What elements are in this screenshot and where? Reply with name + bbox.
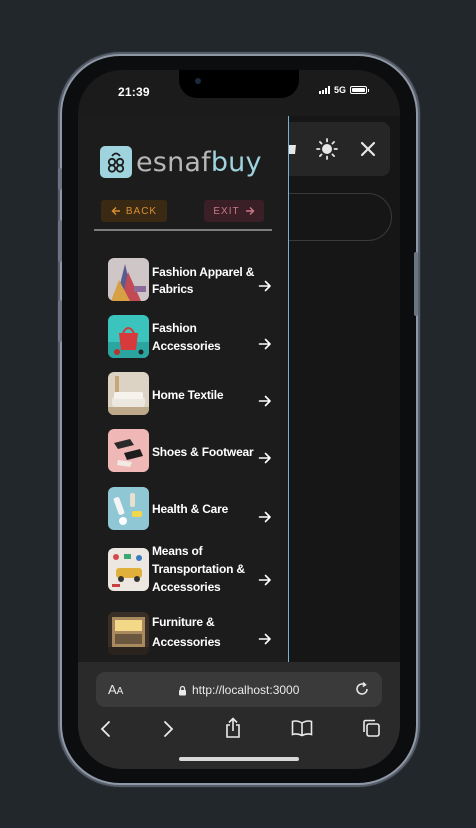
text-size-label-small: A xyxy=(116,686,124,697)
power-button xyxy=(414,252,418,316)
category-item[interactable]: Health & Care xyxy=(108,487,272,533)
arrow-right-icon[interactable] xyxy=(258,394,272,408)
arrow-right-icon[interactable] xyxy=(258,573,272,587)
category-item[interactable]: Fashion Apparel & Fabrics xyxy=(108,258,272,304)
category-drawer: esnafbuy BACK EXIT Fashion Apparel & Fab… xyxy=(78,116,289,662)
category-image[interactable] xyxy=(108,548,149,591)
back-button[interactable]: BACK xyxy=(101,200,167,222)
signal-icon xyxy=(318,86,330,94)
brand-part-2: buy xyxy=(210,146,262,178)
arrow-right-icon xyxy=(245,207,255,215)
action-button xyxy=(58,168,62,190)
arrow-right-icon[interactable] xyxy=(258,337,272,351)
category-label: Fashion Apparel & xyxy=(152,265,255,279)
exit-button[interactable]: EXIT xyxy=(204,200,264,222)
category-label: Fabrics xyxy=(152,282,194,296)
shopping-bag-logo-icon xyxy=(100,146,132,178)
app-viewport: esnafbuy BACK EXIT Fashion Apparel & Fab… xyxy=(78,116,400,662)
category-image[interactable] xyxy=(108,429,149,472)
url-text: http://localhost:3000 xyxy=(192,683,300,697)
category-item[interactable]: Means of Transportation & Accessories xyxy=(108,544,272,594)
status-indicators: 5G xyxy=(318,85,369,95)
search-field[interactable] xyxy=(278,193,392,241)
reload-icon[interactable] xyxy=(354,681,370,697)
tabs-icon[interactable] xyxy=(361,718,381,738)
arrow-left-icon xyxy=(111,207,120,215)
browser-nav-toolbar xyxy=(78,714,400,744)
camera-icon xyxy=(195,78,201,84)
category-item[interactable]: Fashion Accessories xyxy=(108,315,272,361)
arrow-right-icon[interactable] xyxy=(258,632,272,646)
phone-screen: 21:39 5G esnafbuy BACK EXIT Fashion Appa… xyxy=(78,70,400,769)
category-label: Home Textile xyxy=(152,388,224,402)
network-label: 5G xyxy=(333,85,346,95)
back-nav-icon[interactable] xyxy=(99,720,113,738)
url-display[interactable]: http://localhost:3000 xyxy=(178,683,299,697)
category-label: Accessories xyxy=(152,580,221,594)
category-label: Furniture & xyxy=(152,615,215,629)
category-label: Health & Care xyxy=(152,502,229,516)
category-image[interactable] xyxy=(108,372,149,415)
category-image[interactable] xyxy=(108,612,149,655)
category-item[interactable]: Shoes & Footwear xyxy=(108,429,272,475)
category-label: Accessories xyxy=(152,635,221,649)
exit-button-label: EXIT xyxy=(213,205,240,217)
status-bar: 21:39 5G xyxy=(78,70,400,116)
volume-down-button xyxy=(58,300,62,342)
lock-icon xyxy=(179,685,186,695)
background-header xyxy=(284,122,390,176)
safari-toolbar: AA http://localhost:3000 xyxy=(78,662,400,769)
category-image[interactable] xyxy=(108,487,149,530)
logo: esnafbuy xyxy=(100,146,262,178)
category-item[interactable]: Home Textile xyxy=(108,372,272,418)
volume-up-button xyxy=(58,220,62,262)
category-item[interactable]: Furniture & Accessories xyxy=(108,612,272,658)
text-size-button[interactable]: AA xyxy=(108,682,123,697)
drawer-nav: BACK EXIT xyxy=(101,200,271,222)
brand-part-1: esnaf xyxy=(136,146,211,178)
arrow-right-icon[interactable] xyxy=(258,451,272,465)
category-image[interactable] xyxy=(108,258,149,301)
forward-nav-icon[interactable] xyxy=(161,720,175,738)
drawer-divider xyxy=(94,229,272,231)
category-label: Means of xyxy=(152,544,203,558)
battery-icon xyxy=(350,86,369,94)
category-label: Accessories xyxy=(152,339,221,353)
status-time: 21:39 xyxy=(118,85,150,99)
text-size-label-big: A xyxy=(108,682,117,697)
theme-toggle-icon[interactable] xyxy=(316,138,338,160)
home-indicator xyxy=(179,757,299,761)
category-image[interactable] xyxy=(108,315,149,358)
share-icon[interactable] xyxy=(224,717,242,739)
arrow-right-icon[interactable] xyxy=(258,279,272,293)
close-icon[interactable] xyxy=(360,141,376,157)
dynamic-island xyxy=(179,70,299,98)
category-label: Fashion xyxy=(152,321,197,335)
back-button-label: BACK xyxy=(125,205,158,217)
category-label: Transportation & xyxy=(152,562,245,576)
brand-name: esnafbuy xyxy=(136,147,262,178)
category-label: Shoes & Footwear xyxy=(152,445,254,459)
arrow-right-icon[interactable] xyxy=(258,510,272,524)
address-bar[interactable]: AA http://localhost:3000 xyxy=(96,672,382,707)
bookmarks-icon[interactable] xyxy=(291,719,313,737)
